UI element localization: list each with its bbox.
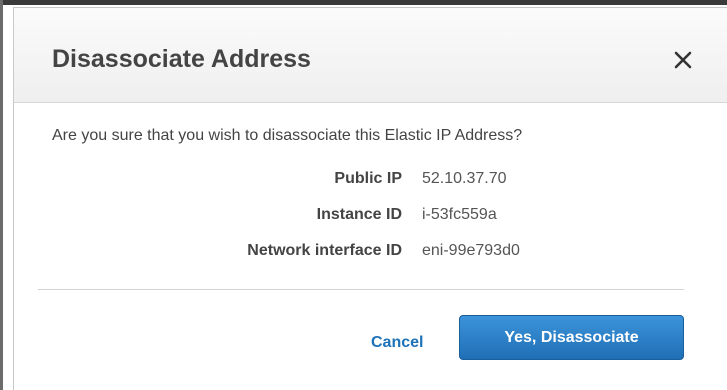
detail-label: Network interface ID: [247, 242, 402, 259]
cancel-button[interactable]: Cancel: [371, 334, 423, 352]
close-icon: [670, 47, 696, 73]
detail-label: Instance ID: [316, 206, 402, 223]
detail-row-instance-id: Instance ID i-53fc559a: [14, 206, 727, 226]
detail-row-network-interface-id: Network interface ID eni-99e793d0: [14, 242, 727, 262]
detail-value: 52.10.37.70: [422, 170, 507, 187]
yes-disassociate-button[interactable]: Yes, Disassociate: [459, 315, 684, 360]
footer-divider: [38, 289, 684, 290]
detail-row-public-ip: Public IP 52.10.37.70: [14, 170, 727, 190]
detail-label: Public IP: [334, 170, 402, 187]
detail-value: i-53fc559a: [422, 206, 497, 223]
page: Disassociate Address Are you sure that y…: [0, 0, 727, 390]
dialog-title: Disassociate Address: [52, 45, 311, 73]
dialog-header: Disassociate Address: [14, 8, 727, 103]
detail-value: eni-99e793d0: [422, 242, 520, 259]
disassociate-address-dialog: Disassociate Address Are you sure that y…: [13, 7, 727, 390]
close-button[interactable]: [670, 47, 696, 73]
confirmation-message: Are you sure that you wish to disassocia…: [52, 127, 523, 144]
background-window-edge-left: [0, 0, 3, 390]
background-window-edge-top: [0, 0, 727, 5]
